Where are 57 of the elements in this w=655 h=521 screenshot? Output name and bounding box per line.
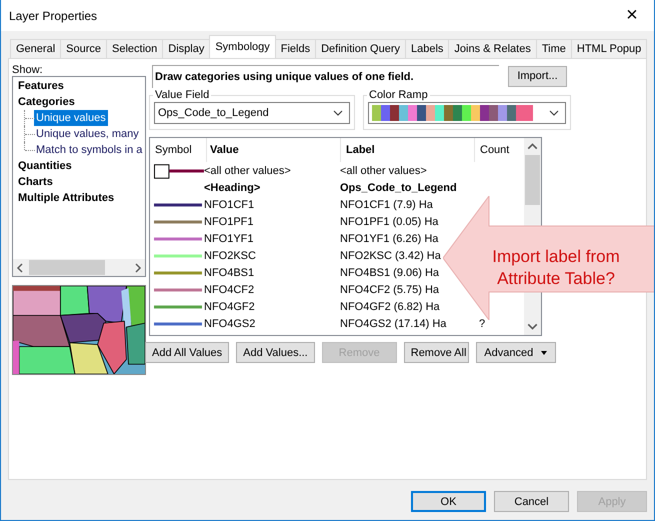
show-label: Show:: [12, 64, 44, 76]
callout-text: Import label from Attribute Table?: [491, 246, 621, 290]
tab[interactable]: Symbology: [209, 35, 276, 58]
label-cell-text: NFO4BS1 (9.06) Ha: [339, 266, 440, 278]
value-field-dropdown[interactable]: Ops_Code_to_Legend: [154, 102, 350, 124]
action-button[interactable]: Add Values...: [236, 342, 315, 363]
chevron-icon: [549, 110, 559, 116]
tab[interactable]: General: [10, 39, 62, 58]
window-title: Layer Properties: [9, 8, 98, 22]
column-header[interactable]: Value: [207, 138, 341, 162]
horizontal-scrollbar[interactable]: [13, 259, 145, 276]
tree-item[interactable]: Multiple Attributes: [18, 190, 114, 206]
action-button[interactable]: Add All Values: [145, 342, 230, 363]
value-cell-text: NFO1CF1: [204, 198, 256, 210]
label-cell-text: <all other values>: [339, 164, 428, 176]
tree-item[interactable]: Match to symbols in a: [34, 142, 144, 158]
description-text: Draw categories using unique values of one field.: [152, 64, 499, 88]
value-cell-text: NFO4GS2: [204, 318, 256, 330]
dialog-button[interactable]: Cancel: [494, 491, 569, 512]
value-cell-text: NFO1PF1: [204, 216, 255, 228]
label-cell-text: NFO1PF1 (0.05) Ha: [339, 216, 440, 228]
tree-item[interactable]: Quantities: [18, 158, 72, 174]
tree-item[interactable]: Charts: [18, 174, 53, 190]
group-label: Color Ramp: [368, 89, 429, 101]
scroll-thumb[interactable]: [525, 155, 540, 205]
tree-item[interactable]: Unique values, many: [34, 126, 141, 142]
count-cell: ?: [479, 318, 486, 330]
advanced-button[interactable]: Advanced: [476, 342, 556, 363]
label-cell-text: NFO1CF1 (7.9) Ha: [339, 198, 434, 210]
column-header[interactable]: Label: [341, 138, 475, 162]
label-cell-text: NFO4GS2 (17.14) Ha: [339, 318, 448, 330]
color-ramp-dropdown[interactable]: [368, 102, 566, 124]
value-cell-text: <Heading>: [204, 182, 262, 194]
group-label: Value Field: [154, 89, 210, 101]
label-cell-text: NFO2KSC (3.42) Ha: [339, 250, 442, 262]
close-button[interactable]: ×: [610, 0, 654, 30]
label-cell-text: NFO4GF2 (6.82) Ha: [339, 300, 441, 312]
tab[interactable]: HTML Popup: [570, 39, 648, 58]
value-cell-text: NFO4BS1: [204, 266, 256, 278]
tree-item[interactable]: Features: [18, 78, 64, 94]
value-cell-text: NFO2KSC: [204, 250, 257, 262]
chevron-icon: [333, 110, 343, 116]
label-cell-text: Ops_Code_to_Legend: [339, 182, 458, 194]
dialog-button[interactable]: OK: [411, 491, 486, 512]
value-cell-text: <all other values>: [204, 164, 292, 176]
value-cell-text: NFO4CF2: [204, 284, 256, 296]
import-button[interactable]: Import...: [508, 66, 567, 86]
dropdown-arrow-icon: [541, 350, 548, 354]
label-cell-text: NFO4CF2 (5.75) Ha: [339, 284, 440, 296]
tree-item[interactable]: Unique values: [34, 110, 108, 126]
column-header[interactable]: Symbol: [150, 138, 207, 162]
scroll-thumb[interactable]: [29, 260, 105, 275]
label-cell-text: NFO1YF1 (6.26) Ha: [339, 232, 440, 244]
action-button[interactable]: Remove All: [404, 342, 469, 363]
value-cell-text: NFO4GF2: [204, 300, 256, 312]
value-cell-text: NFO1YF1: [204, 232, 255, 244]
tree-item[interactable]: Categories: [18, 94, 75, 110]
